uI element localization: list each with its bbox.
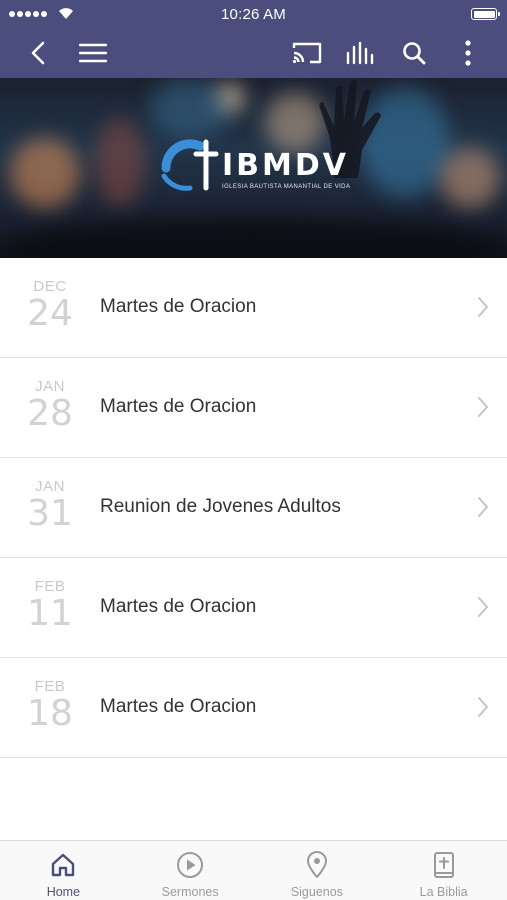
search-icon	[403, 42, 426, 65]
cast-button[interactable]	[287, 28, 327, 78]
chevron-right-icon	[478, 297, 488, 317]
battery-icon	[471, 8, 500, 20]
chevron-right-icon	[478, 697, 488, 717]
status-bar: 10:26 AM	[0, 0, 507, 28]
header-banner: IBMDV IGLESIA BAUTISTA MANANTIAL DE VIDA	[0, 78, 507, 258]
tab-label: La Biblia	[419, 885, 468, 899]
event-title: Martes de Oracion	[100, 296, 257, 317]
event-day: 18	[27, 693, 73, 734]
event-date: JAN 31	[16, 478, 84, 533]
event-row[interactable]: FEB 11 Martes de Oracion	[0, 558, 507, 658]
event-date: FEB 11	[16, 578, 84, 633]
events-list: DEC 24 Martes de Oracion JAN 28 Martes d…	[0, 258, 507, 758]
event-row[interactable]: JAN 31 Reunion de Jovenes Adultos	[0, 458, 507, 558]
event-title: Martes de Oracion	[100, 696, 257, 717]
event-row[interactable]: JAN 28 Martes de Oracion	[0, 358, 507, 458]
toolbar	[0, 28, 507, 78]
tab-siguenos[interactable]: Siguenos	[254, 841, 381, 900]
equalizer-button[interactable]	[340, 28, 380, 78]
more-vertical-icon	[465, 40, 471, 66]
equalizer-icon	[346, 41, 374, 65]
more-options-button[interactable]	[448, 28, 488, 78]
event-title: Reunion de Jovenes Adultos	[100, 496, 341, 517]
menu-icon	[79, 43, 107, 63]
menu-button[interactable]	[73, 28, 113, 78]
event-row[interactable]: DEC 24 Martes de Oracion	[0, 258, 507, 358]
bible-icon	[429, 850, 459, 880]
event-date: FEB 18	[16, 678, 84, 733]
event-day: 31	[27, 493, 73, 534]
chevron-right-icon	[478, 397, 488, 417]
logo-text: IBMDV	[222, 148, 350, 183]
event-date: DEC 24	[16, 278, 84, 333]
back-button[interactable]	[18, 28, 58, 78]
event-day: 11	[27, 593, 73, 634]
home-icon	[48, 850, 78, 880]
search-button[interactable]	[394, 28, 434, 78]
logo-subtitle: IGLESIA BAUTISTA MANANTIAL DE VIDA	[222, 184, 351, 190]
event-date: JAN 28	[16, 378, 84, 433]
tab-label: Siguenos	[290, 885, 343, 899]
logo-emblem-icon	[161, 139, 219, 191]
status-time: 10:26 AM	[221, 6, 286, 23]
tab-label: Home	[46, 885, 81, 899]
church-logo: IBMDV IGLESIA BAUTISTA MANANTIAL DE VIDA	[160, 138, 370, 218]
tab-la-biblia[interactable]: La Biblia	[380, 841, 507, 900]
back-icon	[31, 41, 45, 65]
play-circle-icon	[175, 850, 205, 880]
event-title: Martes de Oracion	[100, 396, 257, 417]
event-title: Martes de Oracion	[100, 596, 257, 617]
tab-home[interactable]: Home	[0, 841, 127, 900]
event-row[interactable]: FEB 18 Martes de Oracion	[0, 658, 507, 758]
chevron-right-icon	[478, 497, 488, 517]
chevron-right-icon	[478, 597, 488, 617]
location-pin-icon	[302, 850, 332, 880]
tab-bar: Home Sermones Siguenos La Biblia	[0, 840, 507, 900]
cast-icon	[292, 42, 322, 64]
event-day: 24	[27, 293, 73, 334]
tab-sermones[interactable]: Sermones	[127, 841, 254, 900]
tab-label: Sermones	[161, 885, 219, 899]
event-day: 28	[27, 393, 73, 434]
